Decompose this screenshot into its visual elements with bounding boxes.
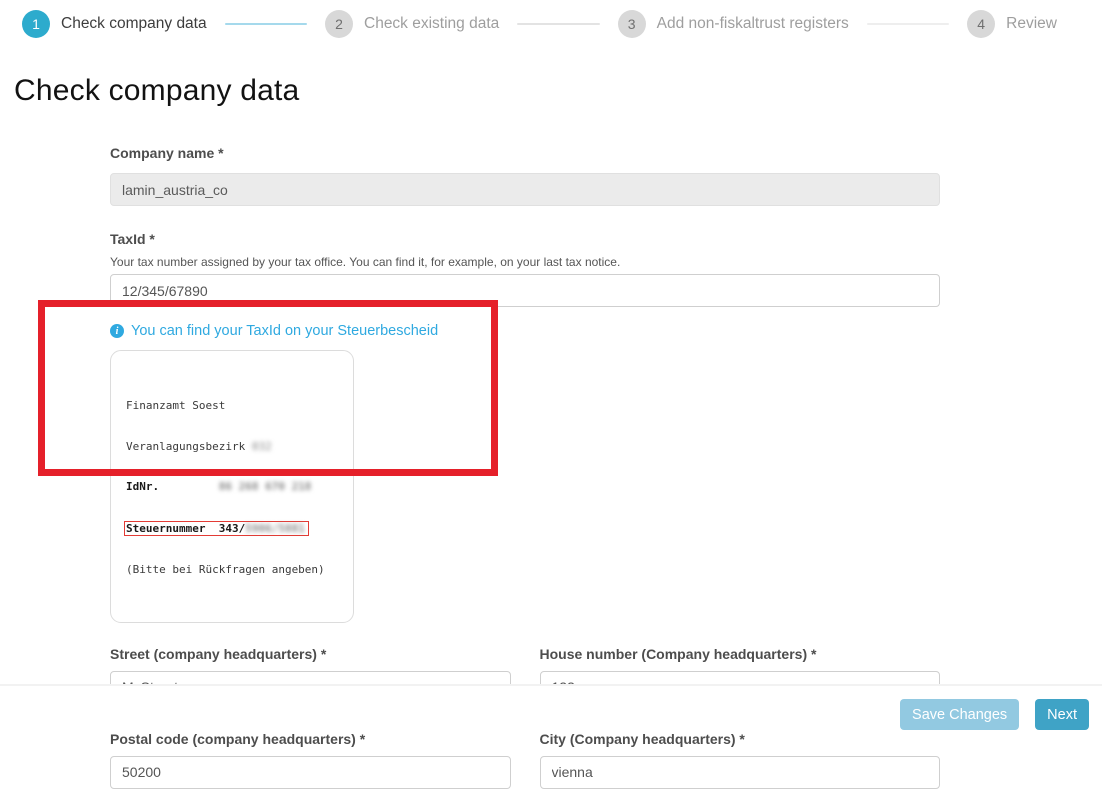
city-input[interactable]: [540, 756, 941, 789]
step-number-badge: 1: [22, 10, 50, 38]
house-number-label: House number (Company headquarters) *: [540, 646, 941, 662]
step-label: Review: [1006, 15, 1057, 33]
step-label: Add non-fiskaltrust registers: [657, 15, 849, 33]
notice-line-steuernummer: Steuernummer 343/5906/5881: [126, 521, 338, 537]
next-button[interactable]: Next: [1035, 699, 1089, 730]
redacted-blur: 5906/5881: [245, 522, 305, 535]
company-name-input[interactable]: [110, 173, 940, 206]
company-name-label: Company name *: [110, 145, 940, 161]
info-icon: i: [110, 324, 124, 338]
step-check-existing-data[interactable]: 2 Check existing data: [325, 10, 499, 38]
taxid-input[interactable]: [110, 274, 940, 307]
step-connector: [517, 23, 599, 25]
step-review[interactable]: 4 Review: [967, 10, 1057, 38]
redacted-blur: 86 268 670 218: [219, 480, 312, 493]
postal-code-input[interactable]: [110, 756, 511, 789]
taxid-label: TaxId *: [110, 231, 940, 247]
step-label: Check company data: [61, 15, 207, 33]
save-changes-button[interactable]: Save Changes: [900, 699, 1019, 730]
footer-bar: Save Changes Next: [0, 684, 1102, 730]
step-check-company-data[interactable]: 1 Check company data: [22, 10, 207, 38]
notice-line: (Bitte bei Rückfragen angeben): [126, 563, 338, 577]
wizard-stepper: 1 Check company data 2 Check existing da…: [22, 10, 1057, 38]
postal-code-label: Postal code (company headquarters) *: [110, 731, 511, 747]
taxid-hint: i You can find your TaxId on your Steuer…: [110, 323, 940, 339]
step-number-badge: 4: [967, 10, 995, 38]
page-title: Check company data: [14, 74, 299, 108]
step-connector: [867, 23, 949, 25]
step-number-badge: 2: [325, 10, 353, 38]
notice-line: Finanzamt Soest: [126, 399, 338, 413]
red-highlight-frame: Steuernummer 343/5906/5881: [124, 521, 309, 537]
taxid-hint-text: You can find your TaxId on your Steuerbe…: [131, 323, 438, 339]
steuerbescheid-sample-image: Finanzamt Soest Veranlagungsbezirk 032 I…: [110, 350, 354, 623]
notice-line: IdNr. 86 268 670 218: [126, 480, 338, 494]
step-label: Check existing data: [364, 15, 499, 33]
step-connector: [225, 23, 307, 25]
city-label: City (Company headquarters) *: [540, 731, 941, 747]
redacted-blur: 032: [252, 440, 272, 453]
step-number-badge: 3: [618, 10, 646, 38]
step-add-registers[interactable]: 3 Add non-fiskaltrust registers: [618, 10, 849, 38]
taxid-help-text: Your tax number assigned by your tax off…: [110, 255, 940, 269]
notice-line: Veranlagungsbezirk 032: [126, 440, 338, 454]
street-label: Street (company headquarters) *: [110, 646, 511, 662]
